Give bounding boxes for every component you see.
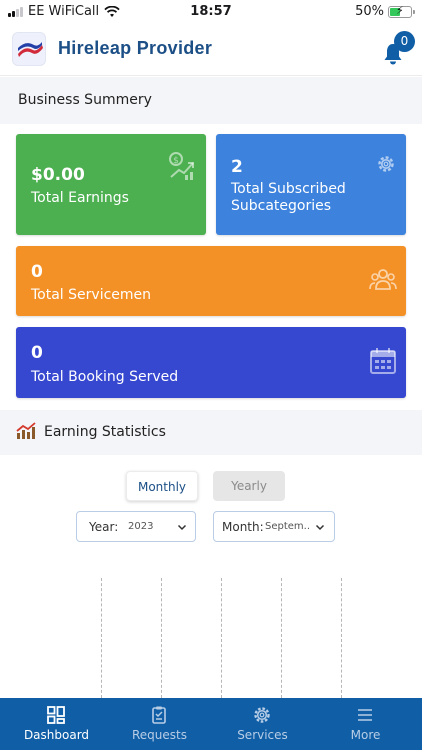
total-earnings-card[interactable]: $0.00 Total Earnings $ [16, 134, 206, 235]
battery-percent: 50% [355, 4, 384, 19]
status-bar: EE WiFiCall 18:57 50% ⚡ [0, 0, 422, 24]
chart-growth-icon [16, 422, 36, 439]
dashboard-icon [47, 706, 65, 724]
battery-icon: ⚡ [388, 4, 415, 18]
settings-gear-icon [254, 707, 270, 723]
chevron-down-icon [315, 524, 325, 531]
business-summary-title: Business Summery [18, 92, 152, 108]
year-select[interactable]: Year: 2023 [76, 511, 196, 542]
earning-chart-area [0, 560, 422, 698]
calendar-icon [370, 348, 396, 374]
logo-mark-icon [18, 42, 43, 57]
menu-icon [358, 709, 372, 721]
app-title: Hireleap Provider [58, 38, 213, 58]
year-select-label: Year: [89, 520, 119, 534]
chevron-down-icon [177, 524, 187, 531]
earning-statistics-header: Earning Statistics [0, 410, 422, 455]
chart-grid-line [281, 578, 282, 698]
gear-icon [378, 156, 394, 172]
nav-dashboard-label: Dashboard [23, 728, 90, 742]
year-select-value: 2023 [128, 521, 154, 532]
total-servicemen-card[interactable]: 0 Total Servicemen [16, 246, 406, 316]
app-logo [12, 32, 46, 66]
booking-value: 0 [31, 343, 43, 363]
month-select-label: Month: [222, 520, 264, 534]
bottom-navigation: Dashboard Requests Services More [0, 698, 422, 750]
subcategories-value: 2 [231, 157, 243, 177]
nav-requests[interactable]: Requests [107, 698, 212, 750]
subscribed-subcategories-card[interactable]: 2 Total Subscribed Subcategories [216, 134, 406, 235]
total-earnings-label: Total Earnings [31, 190, 129, 206]
chart-grid-line [161, 578, 162, 698]
nav-requests-label: Requests [132, 728, 187, 742]
nav-dashboard[interactable]: Dashboard [4, 698, 109, 750]
booking-label: Total Booking Served [31, 369, 179, 385]
status-right: 50% ⚡ [355, 4, 415, 19]
svg-text:$: $ [173, 156, 179, 166]
nav-services-label: Services [237, 728, 288, 742]
chart-grid-line [221, 578, 222, 698]
subcategories-label: Total Subscribed Subcategories [231, 181, 346, 214]
yearly-tab-button[interactable]: Yearly [213, 471, 285, 501]
monthly-tab-button[interactable]: Monthly [126, 471, 198, 501]
total-booking-served-card[interactable]: 0 Total Booking Served [16, 327, 406, 398]
nav-more-label: More [350, 728, 381, 742]
month-select-value: Septem... [265, 521, 311, 532]
earning-statistics-title: Earning Statistics [44, 424, 166, 440]
servicemen-value: 0 [31, 262, 43, 282]
chart-grid-line [341, 578, 342, 698]
servicemen-label: Total Servicemen [31, 287, 152, 303]
notification-badge[interactable]: 0 [394, 31, 415, 52]
team-icon [369, 269, 397, 290]
nav-services[interactable]: Services [210, 698, 315, 750]
earnings-growth-icon: $ [169, 152, 194, 180]
chart-grid-line [101, 578, 102, 698]
clipboard-icon [152, 706, 166, 724]
app-header: Hireleap Provider 0 [0, 24, 422, 76]
month-select[interactable]: Month: Septem... [213, 511, 335, 542]
nav-more[interactable]: More [313, 698, 418, 750]
total-earnings-value: $0.00 [31, 165, 85, 185]
business-summary-header: Business Summery [0, 77, 422, 124]
